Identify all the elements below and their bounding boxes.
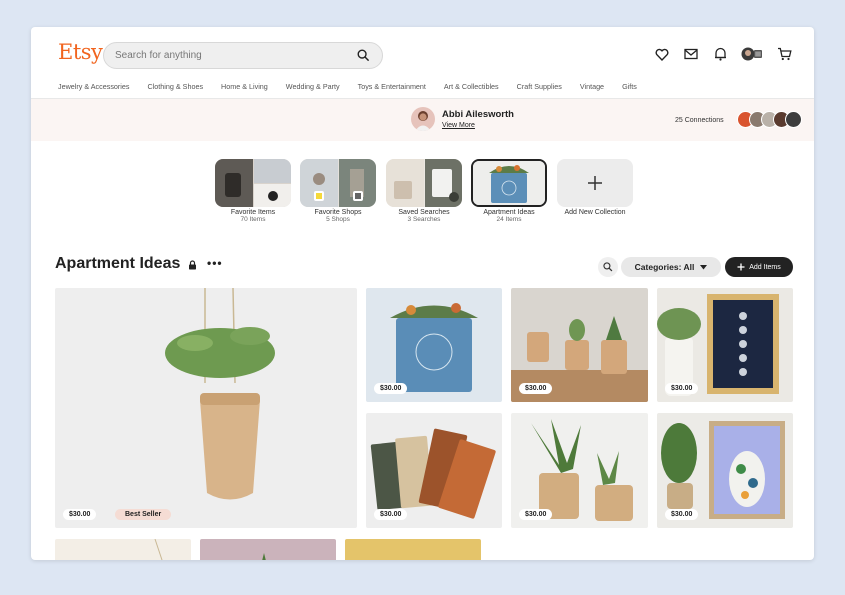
category-nav: Jewelry & Accessories Clothing & Shoes H…: [58, 82, 655, 91]
item-price: $30.00: [665, 509, 699, 520]
page-title: Apartment Ideas: [55, 255, 181, 272]
item-price: $30.00: [519, 383, 553, 394]
item-card[interactable]: $30.00: [657, 288, 793, 402]
item-card[interactable]: [200, 539, 336, 560]
search-icon: [603, 262, 613, 272]
item-card[interactable]: $30.00: [511, 413, 648, 528]
item-card[interactable]: [55, 539, 191, 560]
collection-thumbnail: [215, 159, 291, 207]
plus-icon: [737, 263, 745, 271]
avatar: [785, 111, 802, 128]
bell-icon[interactable]: [712, 46, 728, 62]
collection-thumbnail: [471, 159, 547, 207]
header-icons: [654, 46, 792, 62]
etsy-logo[interactable]: Etsy: [58, 40, 103, 64]
item-price: $30.00: [63, 509, 97, 520]
collection-title: Favorite Shops: [314, 209, 362, 216]
heart-icon[interactable]: [654, 46, 670, 62]
item-price: $30.00: [374, 383, 408, 394]
collection-title: Favorite Items: [230, 209, 276, 216]
avatar[interactable]: [741, 46, 763, 62]
profile-avatar[interactable]: [411, 107, 435, 131]
collection-count: 5 Shops: [326, 216, 350, 223]
collection-thumbnail: [300, 159, 376, 207]
best-seller-badge: Best Seller: [115, 509, 172, 520]
collection-title: Add New Collection: [564, 209, 626, 216]
nav-item[interactable]: Clothing & Shoes: [148, 82, 204, 91]
collection-saved-searches[interactable]: Saved Searches 3 Searches: [386, 159, 462, 223]
collection-favorite-items[interactable]: Favorite Items 70 Items: [215, 159, 291, 223]
lock-icon: [188, 260, 197, 270]
item-card[interactable]: $30.00: [366, 413, 502, 528]
item-price: $30.00: [665, 383, 699, 394]
mail-icon[interactable]: [683, 46, 699, 62]
item-card[interactable]: $30.00: [366, 288, 502, 402]
add-new-collection[interactable]: Add New Collection: [557, 159, 633, 216]
collection-count: 24 Items: [496, 216, 522, 223]
nav-item[interactable]: Toys & Entertainment: [358, 82, 426, 91]
nav-item[interactable]: Art & Collectibles: [444, 82, 499, 91]
view-more-link[interactable]: View More: [442, 122, 475, 129]
more-icon[interactable]: •••: [207, 256, 223, 270]
add-items-label: Add Items: [749, 263, 781, 271]
chevron-down-icon: [700, 264, 708, 270]
collection-thumbnail: [557, 159, 633, 207]
nav-item[interactable]: Craft Supplies: [517, 82, 562, 91]
search-icon[interactable]: [357, 49, 370, 62]
nav-item[interactable]: Jewelry & Accessories: [58, 82, 130, 91]
collection-title: Apartment Ideas: [483, 209, 535, 216]
item-price: $30.00: [374, 509, 408, 520]
nav-item[interactable]: Home & Living: [221, 82, 268, 91]
item-card[interactable]: $30.00: [657, 413, 793, 528]
collection-search-button[interactable]: [598, 257, 618, 277]
categories-label: Categories: All: [634, 262, 695, 272]
profile-name: Abbi Ailesworth: [442, 109, 514, 120]
collection-title: Saved Searches: [398, 209, 450, 216]
connection-avatars[interactable]: [737, 111, 802, 128]
add-items-button[interactable]: Add Items: [725, 257, 793, 277]
collection-thumbnail: [386, 159, 462, 207]
page: Etsy Jewelry & Accessories Clothing & Sh…: [31, 27, 814, 560]
collection-apartment-ideas[interactable]: Apartment Ideas 24 Items: [471, 159, 547, 223]
search-input[interactable]: [115, 50, 345, 61]
nav-item[interactable]: Wedding & Party: [286, 82, 340, 91]
plus-icon: [587, 175, 603, 191]
search-bar[interactable]: [103, 42, 383, 69]
collection-favorite-shops[interactable]: Favorite Shops 5 Shops: [300, 159, 376, 223]
connections-count[interactable]: 25 Connections: [675, 117, 724, 124]
nav-item[interactable]: Gifts: [622, 82, 637, 91]
collection-count: 70 Items: [240, 216, 266, 223]
profile-band: Abbi Ailesworth View More 25 Connections: [31, 99, 814, 141]
item-card[interactable]: $30.00: [511, 288, 648, 402]
item-price: $30.00: [519, 509, 553, 520]
collection-count: 3 Searches: [407, 216, 441, 223]
nav-item[interactable]: Vintage: [580, 82, 604, 91]
cart-icon[interactable]: [776, 46, 792, 62]
categories-dropdown[interactable]: Categories: All: [621, 257, 721, 277]
item-card[interactable]: $30.00 Best Seller: [55, 288, 357, 528]
item-card[interactable]: [345, 539, 481, 560]
